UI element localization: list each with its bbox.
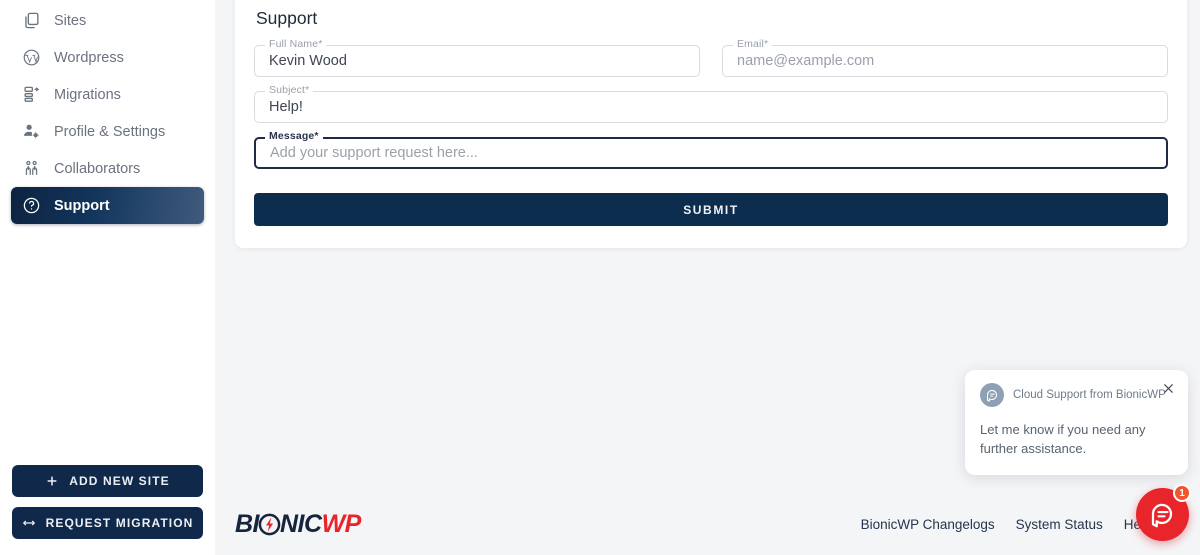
sidebar: Sites Wordpress Migrations Profile & Set… <box>0 0 215 555</box>
message-label: Message* <box>265 130 323 142</box>
copy-icon <box>22 11 41 30</box>
chat-sender-name: Cloud Support from BionicWP <box>1013 389 1166 401</box>
subject-input[interactable]: Help! <box>254 91 1168 123</box>
people-icon <box>22 159 41 178</box>
logo-text-wp: WP <box>321 509 362 538</box>
close-icon[interactable] <box>1161 381 1176 401</box>
message-field[interactable]: Message* Add your support request here..… <box>254 130 1168 169</box>
sidebar-item-profile-settings[interactable]: Profile & Settings <box>11 113 204 150</box>
add-new-site-button[interactable]: ADD NEW SITE <box>12 465 203 497</box>
email-placeholder: name@example.com <box>737 53 875 69</box>
request-migration-label: REQUEST MIGRATION <box>45 516 194 530</box>
footer-link-system-status[interactable]: System Status <box>1016 517 1103 532</box>
sidebar-item-migrations[interactable]: Migrations <box>11 76 204 113</box>
logo-text-bi: BI <box>235 509 260 538</box>
question-circle-icon <box>22 196 41 215</box>
migration-icon <box>22 85 41 104</box>
chat-popup: Cloud Support from BionicWP Let me know … <box>965 370 1188 475</box>
sidebar-item-collaborators[interactable]: Collaborators <box>11 150 204 187</box>
submit-button[interactable]: SUBMIT <box>254 193 1168 226</box>
arrows-horizontal-icon <box>22 516 36 530</box>
sidebar-item-label: Sites <box>54 12 87 29</box>
page-title: Support <box>256 8 318 28</box>
sidebar-actions: ADD NEW SITE REQUEST MIGRATION <box>0 465 215 549</box>
logo-text-nic: NIC <box>280 509 322 538</box>
sidebar-item-label: Support <box>54 197 110 214</box>
bionicwp-logo: BI NIC WP <box>235 510 361 539</box>
wordpress-icon <box>22 48 41 67</box>
footer-link-changelogs[interactable]: BionicWP Changelogs <box>861 517 995 532</box>
request-migration-button[interactable]: REQUEST MIGRATION <box>12 507 203 539</box>
email-input[interactable]: name@example.com <box>722 45 1168 77</box>
email-field[interactable]: Email* name@example.com <box>722 38 1168 77</box>
email-label: Email* <box>733 38 773 50</box>
sidebar-item-wordpress[interactable]: Wordpress <box>11 39 204 76</box>
sidebar-item-sites[interactable]: Sites <box>11 2 204 39</box>
chat-bubble-icon <box>1151 503 1172 527</box>
chat-message-text: Let me know if you need any further assi… <box>980 422 1146 456</box>
footer: BI NIC WP BionicWP Changelogs System Sta… <box>215 493 1200 555</box>
add-new-site-label: ADD NEW SITE <box>69 474 170 488</box>
sidebar-item-support[interactable]: Support <box>11 187 204 224</box>
message-placeholder: Add your support request here... <box>270 145 478 161</box>
sidebar-nav: Sites Wordpress Migrations Profile & Set… <box>0 0 215 224</box>
sidebar-item-label: Wordpress <box>54 49 124 66</box>
name-email-row: Full Name* Kevin Wood Email* name@exampl… <box>254 38 1168 91</box>
chat-avatar <box>980 383 1004 407</box>
plus-icon <box>45 474 59 488</box>
sidebar-item-label: Collaborators <box>54 160 141 177</box>
chat-launcher-button[interactable]: 1 <box>1136 484 1191 541</box>
app-root: Sites Wordpress Migrations Profile & Set… <box>0 0 1200 555</box>
sidebar-item-label: Profile & Settings <box>54 123 166 140</box>
sidebar-item-label: Migrations <box>54 86 121 103</box>
subject-label: Subject* <box>265 84 314 96</box>
chat-popup-header: Cloud Support from BionicWP <box>980 383 1173 407</box>
lightning-bolt-icon <box>258 513 281 536</box>
subject-value: Help! <box>269 99 303 115</box>
person-gear-icon <box>22 122 41 141</box>
full-name-label: Full Name* <box>265 38 327 50</box>
subject-field[interactable]: Subject* Help! <box>254 84 1168 123</box>
full-name-value: Kevin Wood <box>269 53 347 69</box>
support-card: Support Full Name* Kevin Wood Email* nam… <box>235 0 1187 248</box>
chat-unread-badge: 1 <box>1173 484 1191 502</box>
full-name-field[interactable]: Full Name* Kevin Wood <box>254 38 700 77</box>
message-textarea[interactable]: Add your support request here... <box>254 137 1168 169</box>
